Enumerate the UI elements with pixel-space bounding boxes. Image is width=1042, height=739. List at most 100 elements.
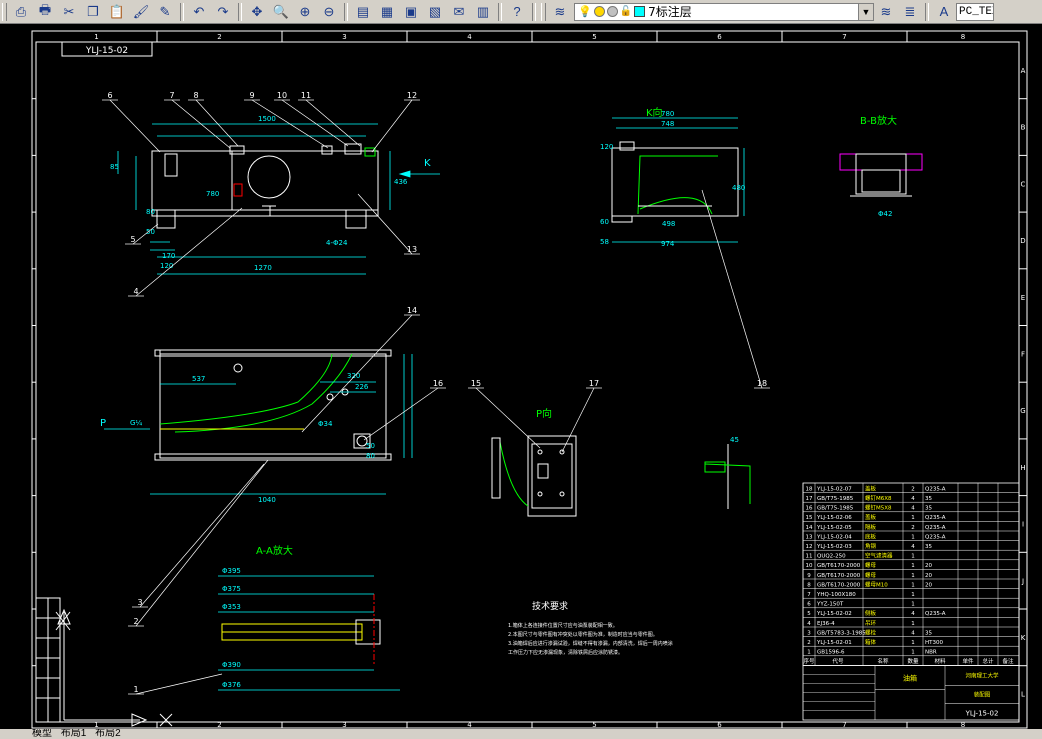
zone-col-bottom: 3 (342, 721, 346, 729)
bom-cell-no: 11 (806, 554, 813, 560)
dim-aa-phi376: Φ376 (222, 681, 241, 689)
zone-col-bottom: 7 (842, 721, 846, 729)
tech-line-2: 2.本图尺寸与零件图有冲突处以零件图为准，制造时应当与零件图。 (508, 631, 658, 638)
tool-palettes-icon[interactable]: ▣ (401, 2, 421, 22)
bom-cell-code: YLJ-15-02-02 (816, 611, 852, 617)
drawing-sheet[interactable]: 1122334455667788ABCDEFGHIJKL YLJ-15-02 1… (0, 24, 1042, 739)
bom-header-cell: 总计 (982, 657, 994, 665)
bom-cell-qty: 1 (911, 573, 915, 579)
balloon-number: 3 (137, 598, 142, 607)
bom-cell-qty: 4 (911, 506, 915, 512)
bom-header-cell: 代号 (832, 657, 844, 665)
bom-cell-no: 5 (807, 611, 811, 617)
view-bb-title: B-B放大 (860, 114, 897, 127)
bom-cell-code: YLJ-15-02-04 (816, 534, 852, 540)
layer-previous-icon[interactable]: ≋ (876, 2, 896, 22)
layer-on-icon[interactable]: 💡 (578, 5, 592, 18)
markup-icon[interactable]: ✉ (449, 2, 469, 22)
tab-model[interactable]: 模型 (32, 729, 52, 739)
dim-85: 85 (110, 163, 119, 171)
direction-p-label: P (100, 418, 106, 429)
balloon-number: 10 (277, 91, 287, 100)
plot-preview-icon[interactable]: ⎙ (11, 2, 31, 22)
text-style-dropdown[interactable]: PC_TEX (956, 2, 994, 21)
bom-cell-name: 螺母 (865, 561, 877, 569)
bom-header-cell: 备注 (1002, 657, 1014, 665)
dim-120: 120 (160, 262, 173, 270)
layer-color-swatch (634, 6, 646, 17)
text-style-icon[interactable]: A (934, 2, 954, 22)
balloon-number: 7 (169, 91, 174, 100)
paste-icon[interactable]: 📋 (107, 2, 127, 22)
bom-cell-material: 20 (925, 573, 932, 579)
zoom-previous-icon[interactable]: ⊖ (319, 2, 339, 22)
bom-cell-no: 4 (807, 621, 811, 627)
dim-1040: 1040 (258, 496, 276, 504)
zone-col-top: 6 (717, 33, 722, 41)
zone-row-right: C (1021, 180, 1026, 188)
layout-tabs: 模型 布局1 布局2 (0, 729, 1042, 739)
bom-cell-name: 侧板 (865, 609, 877, 617)
toolbar-grip[interactable] (2, 2, 7, 21)
balloon-number: 14 (407, 306, 417, 315)
zoom-window-icon[interactable]: ⊕ (295, 2, 315, 22)
bom-cell-qty: 1 (911, 582, 915, 588)
balloon-number: 8 (193, 91, 198, 100)
layer-lock-icon[interactable]: 🔓 (620, 6, 632, 17)
bom-cell-material: NBR (925, 650, 937, 656)
match-properties-icon[interactable]: 🖌 (131, 2, 151, 22)
bom-cell-qty: 1 (911, 650, 915, 656)
balloon-number: 9 (249, 91, 254, 100)
bom-cell-material: 20 (925, 582, 932, 588)
bom-cell-no: 2 (807, 640, 811, 646)
zoom-realtime-icon[interactable]: 🔍 (271, 2, 291, 22)
tab-layout2[interactable]: 布局2 (95, 729, 121, 739)
dim-50: 50 (146, 228, 155, 236)
zone-row-right: E (1021, 294, 1025, 302)
layer-states-icon[interactable]: ≣ (900, 2, 920, 22)
bom-cell-name: 盖板 (865, 513, 877, 521)
bom-cell-material: Q235-A (925, 525, 946, 531)
bom-cell-no: 7 (807, 592, 811, 598)
publish-icon[interactable]: 🖶 (35, 2, 55, 22)
zone-row-right: H (1020, 464, 1025, 472)
layer-freeze-icon[interactable] (593, 6, 605, 17)
redo-icon[interactable]: ↷ (213, 2, 233, 22)
layer-manager-icon[interactable]: ≋ (550, 2, 570, 22)
balloon-number: 15 (471, 379, 481, 388)
dim-226: 226 (355, 383, 369, 391)
tech-line-1: 1.箱体上各连接件位置尺寸应与油泵装配相一致。 (508, 622, 618, 629)
bom-cell-qty: 4 (911, 496, 915, 502)
sheet-set-icon[interactable]: ▧ (425, 2, 445, 22)
bom-cell-no: 12 (806, 544, 813, 550)
title-block-school: 河南理工大学 (965, 671, 999, 679)
properties-icon[interactable]: ▤ (353, 2, 373, 22)
bom-cell-no: 18 (806, 486, 813, 492)
pan-icon[interactable]: ✥ (247, 2, 267, 22)
balloon-number: 4 (133, 287, 138, 296)
balloon-number: 18 (757, 379, 767, 388)
current-layer-name: 7标注层 (648, 5, 692, 19)
dim-k-480: 480 (732, 184, 745, 192)
help-icon[interactable]: ? (507, 2, 527, 22)
undo-icon[interactable]: ↶ (189, 2, 209, 22)
tab-layout1[interactable]: 布局1 (61, 729, 87, 739)
drawing-canvas[interactable]: 1122334455667788ABCDEFGHIJKL YLJ-15-02 1… (0, 24, 1042, 739)
chevron-down-icon[interactable]: ▼ (858, 3, 873, 20)
layers-toolbar-grip[interactable] (541, 2, 546, 21)
bom-cell-qty: 2 (911, 486, 915, 492)
layer-dropdown[interactable]: 💡 🔓 7标注层 ▼ (574, 2, 874, 21)
layer-viewport-icon[interactable] (606, 6, 618, 17)
zone-col-bottom: 1 (94, 721, 98, 729)
bom-cell-name: 螺钉M5X8 (865, 504, 892, 512)
calculator-icon[interactable]: ▥ (473, 2, 493, 22)
standard-toolbar: ⎙ 🖶 ✂ ❐ 📋 🖌 ✎ ↶ ↷ ✥ 🔍 ⊕ ⊖ ▤ ▦ ▣ ▧ ✉ ▥ ? … (0, 0, 1042, 24)
block-editor-icon[interactable]: ✎ (155, 2, 175, 22)
bom-cell-qty: 1 (911, 515, 915, 521)
copy-icon[interactable]: ❐ (83, 2, 103, 22)
cut-icon[interactable]: ✂ (59, 2, 79, 22)
bom-cell-code: GB/T75-1985 (817, 496, 854, 502)
dim-50-top: 50 (366, 442, 375, 450)
design-center-icon[interactable]: ▦ (377, 2, 397, 22)
bom-cell-name: 角钢 (865, 542, 877, 550)
